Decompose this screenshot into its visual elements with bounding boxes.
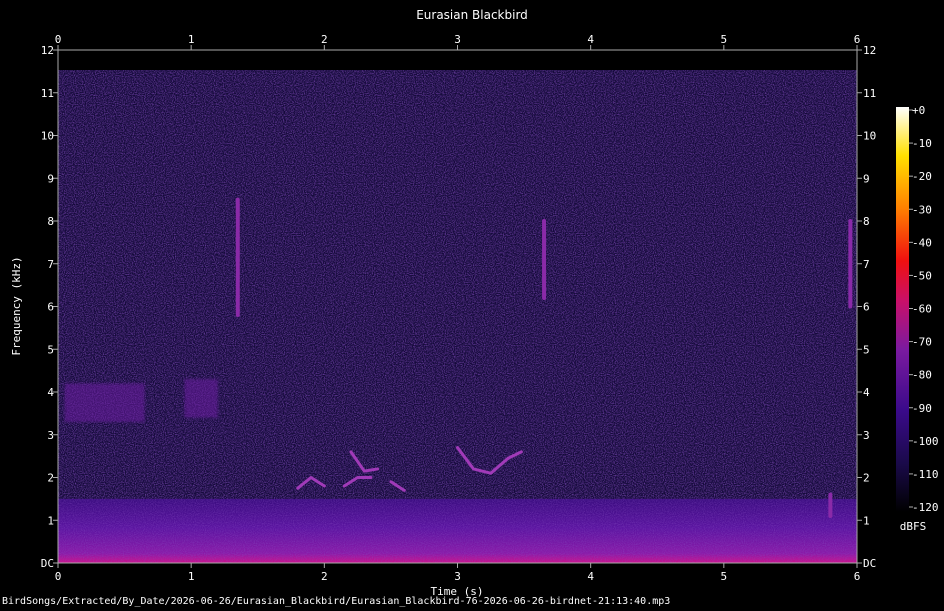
x-tick-label: 6 xyxy=(854,570,861,583)
y-axis-right: DC123456789101112 xyxy=(857,44,876,570)
y-tick-label: 7 xyxy=(47,258,54,271)
colorbar-tick-label: -50 xyxy=(912,269,932,282)
x-tick-label: 2 xyxy=(321,570,328,583)
x-tick-label-top: 4 xyxy=(587,33,594,46)
x-tick-label-top: 3 xyxy=(454,33,461,46)
y-tick-label: 10 xyxy=(41,130,54,143)
y-tick-label-right: 8 xyxy=(863,215,870,228)
x-tick-label: 5 xyxy=(721,570,728,583)
colorbar-tick-label: -60 xyxy=(912,303,932,316)
file-path-label: BirdSongs/Extracted/By_Date/2026-06-26/E… xyxy=(2,596,671,607)
y-tick-label: 3 xyxy=(47,429,54,442)
y-tick-label-right: 2 xyxy=(863,472,870,485)
x-tick-label: 0 xyxy=(55,570,62,583)
colorbar-tick-label: -80 xyxy=(912,369,932,382)
x-tick-label: 3 xyxy=(454,570,461,583)
y-tick-label: 1 xyxy=(47,514,54,527)
call-cluster xyxy=(184,379,218,418)
y-tick-label: 8 xyxy=(47,215,54,228)
y-tick-label: 5 xyxy=(47,343,54,356)
colorbar-tick-label: +0 xyxy=(912,104,925,117)
colorbar-label: dBFS xyxy=(900,520,927,533)
y-axis-left: DC123456789101112 xyxy=(41,44,58,570)
x-tick-label: 1 xyxy=(188,570,195,583)
y-tick-label-right: 6 xyxy=(863,301,870,314)
colorbar-tick-label: -40 xyxy=(912,236,932,249)
y-tick-label: DC xyxy=(41,557,54,570)
y-tick-label: 9 xyxy=(47,172,54,185)
y-tick-label: 11 xyxy=(41,87,54,100)
y-tick-label-right: 12 xyxy=(863,44,876,57)
x-tick-label-top: 6 xyxy=(854,33,861,46)
low-band-speckle xyxy=(58,498,857,563)
y-axis-label: Frequency (kHz) xyxy=(10,256,23,355)
y-tick-label-right: DC xyxy=(863,557,876,570)
y-tick-label-right: 11 xyxy=(863,87,876,100)
noise-speckle xyxy=(58,70,857,563)
colorbar-tick-label: -10 xyxy=(912,137,932,150)
colorbar-tick-label: -70 xyxy=(912,336,932,349)
colorbar-tick-label: -90 xyxy=(912,402,932,415)
colorbar-ticks: +0 -10 -20 -30 -40 -50 -60 -70 -80 -90 -100 -110 -12… xyxy=(909,104,939,514)
colorbar: +0 -10 -20 -30 -40 -50 -60 -70 -80 -90 -100 -110 -12… xyxy=(896,104,939,533)
y-tick-label-right: 4 xyxy=(863,386,870,399)
chart-title: Eurasian Blackbird xyxy=(416,8,528,22)
x-tick-label-top: 0 xyxy=(55,33,62,46)
plot-area xyxy=(58,50,857,563)
y-tick-label: 4 xyxy=(47,386,54,399)
x-tick-label: 4 xyxy=(587,570,594,583)
y-tick-label: 12 xyxy=(41,44,54,57)
y-tick-label-right: 7 xyxy=(863,258,870,271)
x-tick-label-top: 2 xyxy=(321,33,328,46)
y-tick-label: 6 xyxy=(47,301,54,314)
y-tick-label-right: 3 xyxy=(863,429,870,442)
y-tick-label-right: 9 xyxy=(863,172,870,185)
colorbar-tick-label: -30 xyxy=(912,203,932,216)
y-tick-label-right: 10 xyxy=(863,130,876,143)
colorbar-tick-label: -100 xyxy=(912,435,939,448)
spectrogram-chart: Eurasian Blackbird 0123456 0123456 DC123… xyxy=(10,8,939,598)
y-tick-label-right: 5 xyxy=(863,343,870,356)
x-tick-label-top: 5 xyxy=(721,33,728,46)
x-axis-top: 0 1 2 3 4 5 6 xyxy=(55,33,861,50)
x-axis-bottom: 0 1 2 3 4 5 6 xyxy=(55,563,861,583)
call-cluster xyxy=(64,383,145,422)
colorbar-tick-label: -20 xyxy=(912,170,932,183)
colorbar-tick-label: -120 xyxy=(912,501,939,514)
colorbar-scale xyxy=(896,107,909,512)
y-tick-label-right: 1 xyxy=(863,514,870,527)
colorbar-tick-label: -110 xyxy=(912,468,939,481)
y-tick-label: 2 xyxy=(47,472,54,485)
x-tick-label-top: 1 xyxy=(188,33,195,46)
